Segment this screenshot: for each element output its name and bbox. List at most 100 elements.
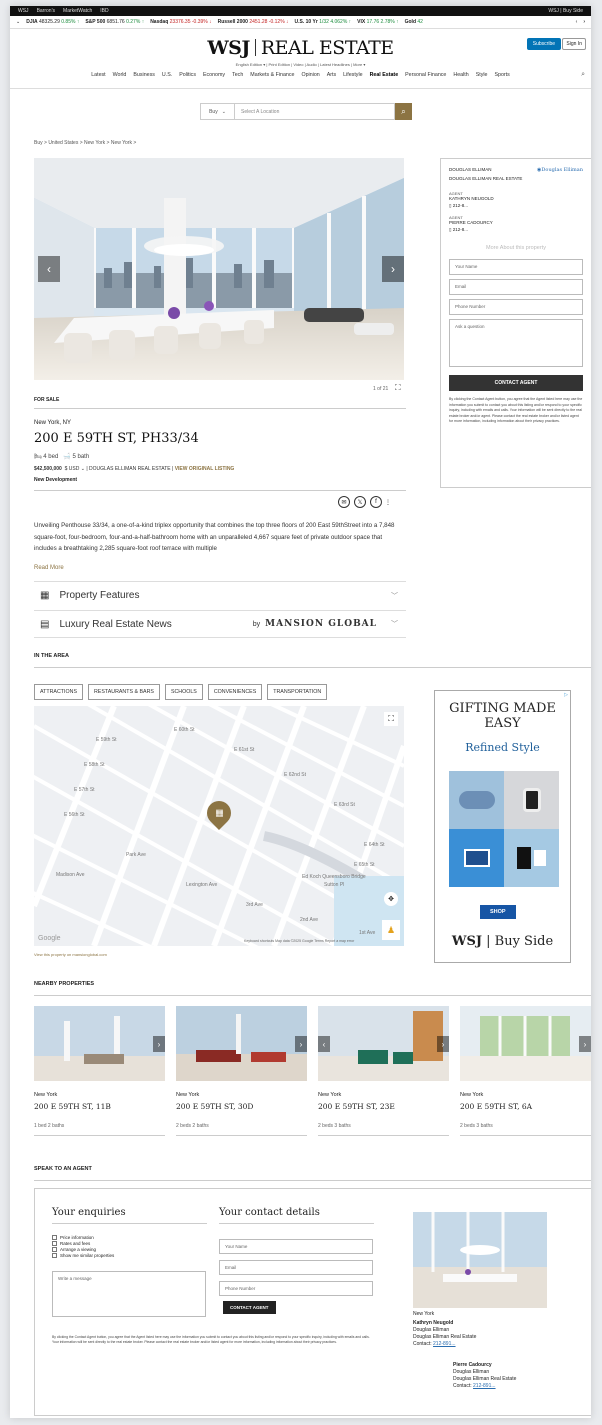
view-original-listing-link[interactable]: VIEW ORIGINAL LISTING [175,466,235,472]
tab-conveniences[interactable]: CONVENIENCES [207,684,263,700]
previous-photo-button[interactable]: ‹ [318,1036,330,1052]
nav-world[interactable]: World [113,72,127,78]
previous-photo-button[interactable]: ‹ [38,256,60,282]
topbar-link-barrons[interactable]: Barron's [37,8,55,14]
search-icon[interactable]: ⌕ [581,71,585,79]
nearby-property-card[interactable]: › New York 200 E 59TH ST, 11B 1 bed 2 ba… [34,1006,165,1136]
option-price-info[interactable]: Price information [52,1235,114,1240]
next-photo-button[interactable]: › [579,1036,591,1052]
chevron-down-icon[interactable]: ⌄ [16,19,20,25]
buy-rent-select[interactable]: Buy ⌄ [200,103,235,120]
nearby-property-card[interactable]: › New York 200 E 59TH ST, 6A 2 beds 3 ba… [460,1006,591,1136]
topbar-link-ibd[interactable]: IBD [100,8,108,14]
x-share-icon[interactable]: 𝕏 [354,496,366,508]
email-input[interactable]: Email [219,1260,373,1275]
nav-business[interactable]: Business [133,72,155,78]
nav-economy[interactable]: Economy [203,72,225,78]
edition-subnav[interactable]: English Edition ▾ | Print Edition | Vide… [10,62,591,67]
ad-choices-icon[interactable]: ▷ [564,692,568,698]
tab-transportation[interactable]: TRANSPORTATION [267,684,328,700]
topbar-buyside-link[interactable]: WSJ | Buy Side [548,8,583,14]
listing-status: FOR SALE [34,397,60,403]
tab-attractions[interactable]: ATTRACTIONS [34,684,83,700]
email-input[interactable]: Email [449,279,583,295]
checkbox[interactable] [52,1253,57,1258]
fullscreen-icon[interactable]: ⛶ [395,383,401,393]
wsj-real-estate-logo[interactable]: WSJ REAL ESTATE [10,37,591,59]
location-search-input[interactable]: Select A Location [235,103,395,120]
checkbox[interactable] [52,1235,57,1240]
street-label: E 61st St [234,747,255,753]
ticker-item[interactable]: Russell 2000 2451.28 -0.12% ↓ [218,19,289,25]
nearby-property-card[interactable]: ‹ › New York 200 E 59TH ST, 23E 2 beds 3… [318,1006,449,1136]
phone-input[interactable]: Phone Number [449,299,583,315]
contact-agent-button[interactable]: CONTACT AGENT [449,375,583,391]
map-rotate-icon[interactable]: ✥ [384,892,398,906]
nav-arts[interactable]: Arts [327,72,336,78]
read-more-link[interactable]: Read More [34,565,64,571]
nav-politics[interactable]: Politics [179,72,196,78]
phone-input[interactable]: Phone Number [219,1281,373,1296]
chevron-right-icon[interactable]: › [583,19,585,25]
tab-restaurants[interactable]: RESTAURANTS & BARS [87,684,160,700]
agent-phone-link[interactable]: 212-891... [473,1383,496,1389]
more-icon[interactable]: ⋮ [385,496,391,508]
mansion-global-view-link[interactable]: View this property on mansionglobal.com [34,952,107,957]
option-arrange-viewing[interactable]: Arrange a viewing [52,1247,114,1252]
nav-real-estate[interactable]: Real Estate [370,72,399,78]
nav-lifestyle[interactable]: Lifestyle [343,72,362,78]
nav-opinion[interactable]: Opinion [301,72,319,78]
advertisement[interactable]: ▷ GIFTING MADE EASY Refined Style SHOP W… [434,690,571,963]
agent-phone[interactable]: ▯ 212-8... [449,227,583,233]
nav-tech[interactable]: Tech [232,72,243,78]
listing-photo[interactable]: ‹ › [34,158,404,380]
street-view-pegman-icon[interactable]: ♟ [382,920,400,940]
nav-latest[interactable]: Latest [91,72,105,78]
ticker-item[interactable]: S&P 500 6851.76 0.27% ↑ [85,19,144,25]
option-similar-properties[interactable]: Show me similar properties [52,1253,114,1258]
next-photo-button[interactable]: › [437,1036,449,1052]
ticker-item[interactable]: VIX 17.76 2.78% ↑ [357,19,398,25]
nav-sports[interactable]: Sports [494,72,509,78]
ticker-item[interactable]: U.S. 10 Yr 1/32 4.062% ↑ [295,19,352,25]
option-rates-fees[interactable]: Rates and fees [52,1241,114,1246]
map-fullscreen-icon[interactable]: ⛶ [384,712,398,726]
property-features-accordion[interactable]: ▦ Property Features ﹀ [34,581,406,609]
nav-health[interactable]: Health [453,72,468,78]
next-photo-button[interactable]: › [153,1036,165,1052]
luxury-news-accordion[interactable]: ▤ Luxury Real Estate News by MANSION GLOB… [34,610,406,638]
nav-personal-finance[interactable]: Personal Finance [405,72,446,78]
name-input[interactable]: Your Name [449,259,583,275]
facebook-share-icon[interactable]: f [370,496,382,508]
contact-agent-button[interactable]: CONTACT AGENT [223,1301,276,1314]
name-input[interactable]: Your Name [219,1239,373,1254]
agent-phone-link[interactable]: 212-891... [433,1341,456,1347]
subscribe-button[interactable]: Subscribe [526,38,561,50]
nearby-property-card[interactable]: › New York 200 E 59TH ST, 30D 2 beds 2 b… [176,1006,307,1136]
ad-shop-button[interactable]: SHOP [480,905,516,919]
nav-us[interactable]: U.S. [162,72,172,78]
breadcrumb[interactable]: Buy > United States > New York > New Yor… [34,140,136,146]
chevron-down-icon[interactable]: ⌄ [81,466,85,472]
next-photo-button[interactable]: › [295,1036,307,1052]
next-photo-button[interactable]: › [382,256,404,282]
sign-in-button[interactable]: Sign In [562,38,586,50]
ticker-item[interactable]: Gold 42 [405,19,423,25]
question-textarea[interactable]: Ask a question [449,319,583,367]
ticker-item[interactable]: Nasdaq 23376.35 -0.39% ↓ [150,19,211,25]
area-map[interactable]: E 59th St E 58th St E 57th St E 56th St … [34,706,404,946]
chevron-left-icon[interactable]: ‹ [576,19,578,25]
tab-schools[interactable]: SCHOOLS [164,684,203,700]
email-share-icon[interactable]: ✉ [338,496,350,508]
topbar-link-wsj[interactable]: WSJ [18,8,29,14]
checkbox[interactable] [52,1241,57,1246]
agent-phone[interactable]: ▯ 212-8... [449,203,583,209]
nav-style[interactable]: Style [476,72,488,78]
ticker-item[interactable]: DJIA 48325.29 0.85% ↑ [26,19,79,25]
checkbox[interactable] [52,1247,57,1252]
message-textarea[interactable]: Write a message [52,1271,206,1317]
nav-markets[interactable]: Markets & Finance [250,72,294,78]
search-button[interactable]: ⌕ [395,103,412,120]
topbar-link-marketwatch[interactable]: MarketWatch [63,8,92,14]
currency-select[interactable]: $ USD [65,466,80,472]
